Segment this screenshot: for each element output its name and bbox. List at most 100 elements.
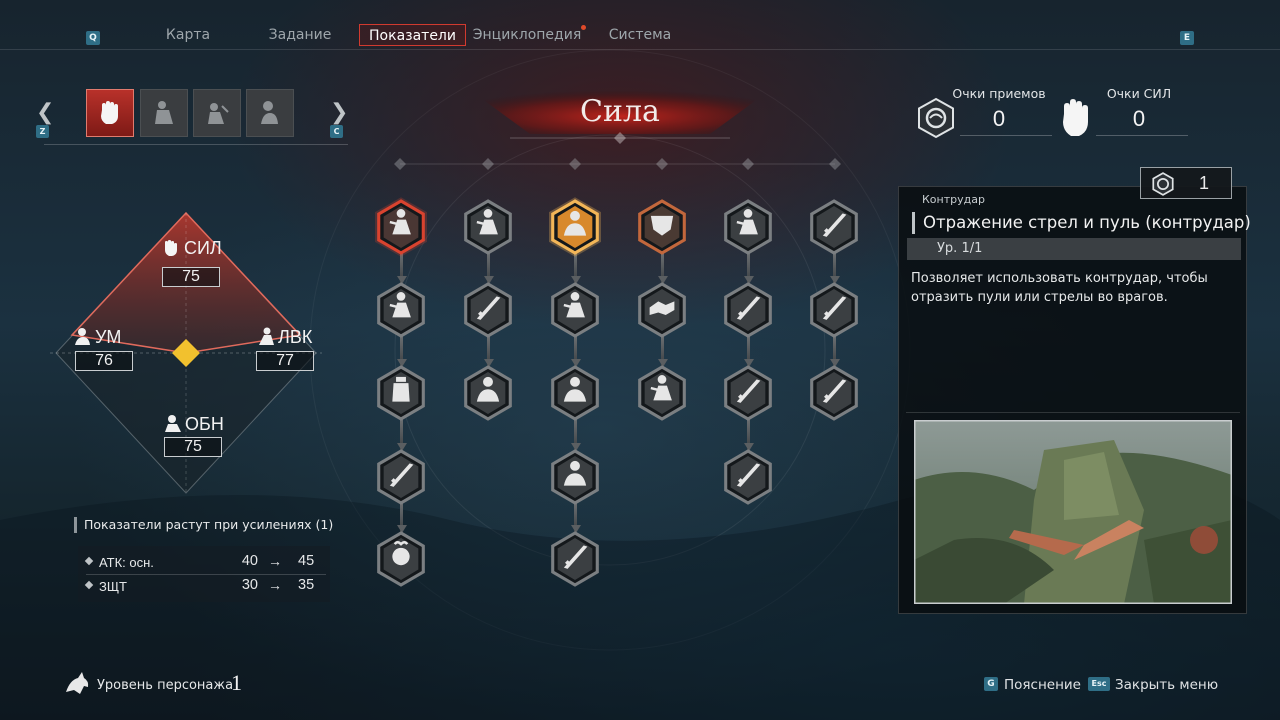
category-wisdom-button[interactable] bbox=[246, 89, 294, 137]
fighter-icon bbox=[464, 199, 512, 255]
skill-node[interactable] bbox=[808, 280, 860, 340]
skill-category: Контрудар bbox=[922, 193, 985, 206]
blade-icon bbox=[377, 449, 425, 505]
skill-node[interactable] bbox=[549, 529, 601, 589]
category-charm-button[interactable] bbox=[193, 89, 241, 137]
blade-icon bbox=[810, 199, 858, 255]
skill-preview-image bbox=[914, 420, 1232, 604]
skill-cost-box: 1 bbox=[1140, 167, 1232, 199]
blade-icon bbox=[724, 365, 772, 421]
skill-node[interactable] bbox=[549, 197, 601, 257]
close-menu-key[interactable]: Esc bbox=[1088, 677, 1110, 691]
skill-node[interactable] bbox=[808, 363, 860, 423]
tab-system[interactable]: Система bbox=[602, 24, 678, 46]
tab-encyclopedia[interactable]: Энциклопедия bbox=[472, 24, 582, 46]
skill-node[interactable] bbox=[808, 197, 860, 257]
dexterity-icon bbox=[155, 101, 173, 124]
skill-cost-value: 1 bbox=[1199, 173, 1210, 193]
growth-row-defense: ЗЩТ 30 → 35 bbox=[84, 576, 326, 598]
intelligence-stat-value: 76 bbox=[75, 351, 133, 371]
charm-icon bbox=[208, 103, 229, 124]
bullet-icon bbox=[84, 580, 94, 590]
category-underline bbox=[44, 144, 348, 145]
strength-points-label: Очки СИЛ bbox=[1106, 86, 1172, 101]
skill-node[interactable] bbox=[722, 363, 774, 423]
tab-quest[interactable]: Задание bbox=[262, 24, 338, 46]
skill-node[interactable] bbox=[462, 280, 514, 340]
technique-points-value: 0 bbox=[992, 106, 1006, 131]
arrow-right-icon: → bbox=[268, 553, 282, 569]
technique-points-icon bbox=[918, 97, 954, 139]
next-category-arrow[interactable]: ❯ bbox=[330, 100, 348, 125]
charm-stat-icon bbox=[165, 415, 181, 432]
charm-icon bbox=[464, 365, 512, 421]
prev-category-key: Z bbox=[36, 125, 49, 138]
explain-label[interactable]: Пояснение bbox=[1004, 677, 1081, 693]
fighter-icon bbox=[551, 282, 599, 338]
dexterity-stat-icon bbox=[259, 327, 274, 345]
skill-node[interactable] bbox=[462, 197, 514, 257]
skill-node[interactable] bbox=[375, 280, 427, 340]
skill-node[interactable] bbox=[636, 197, 688, 257]
charm-stat-label: ОБН bbox=[185, 414, 224, 434]
skill-node[interactable] bbox=[549, 447, 601, 507]
blade-icon bbox=[551, 531, 599, 587]
growth-divider bbox=[86, 574, 326, 575]
skill-node[interactable] bbox=[549, 363, 601, 423]
character-level-icon bbox=[66, 672, 89, 694]
blade-icon bbox=[724, 449, 772, 505]
skill-node[interactable] bbox=[375, 197, 427, 257]
growth-row-from: 30 bbox=[241, 577, 258, 593]
fighter-icon bbox=[724, 199, 772, 255]
skill-node[interactable] bbox=[636, 363, 688, 423]
skill-level: Ур. 1/1 bbox=[907, 238, 1241, 260]
charm-icon bbox=[551, 449, 599, 505]
skill-node[interactable] bbox=[722, 447, 774, 507]
blade-icon bbox=[810, 365, 858, 421]
fist-icon bbox=[101, 101, 118, 124]
fighter-icon bbox=[375, 197, 427, 257]
skill-node[interactable] bbox=[462, 363, 514, 423]
category-strength-button[interactable] bbox=[86, 89, 134, 137]
strength-stat-icon bbox=[165, 240, 177, 256]
skill-title: Отражение стрел и пуль (контрудар) bbox=[912, 212, 1251, 234]
growth-row-to: 45 bbox=[298, 553, 315, 569]
arrow-right-icon: → bbox=[268, 577, 282, 593]
strength-stat-value: 75 bbox=[162, 267, 220, 287]
close-menu-label[interactable]: Закрыть меню bbox=[1115, 677, 1218, 693]
skill-node[interactable] bbox=[636, 280, 688, 340]
blade-icon bbox=[464, 282, 512, 338]
strength-points-icon bbox=[1063, 99, 1088, 136]
growth-row-from: 40 bbox=[241, 553, 258, 569]
skill-node[interactable] bbox=[722, 197, 774, 257]
dexterity-stat-label: ЛВК bbox=[278, 327, 313, 347]
skill-node[interactable] bbox=[549, 280, 601, 340]
skill-node[interactable] bbox=[375, 447, 427, 507]
strength-points-underline bbox=[1096, 135, 1188, 136]
next-tab-key[interactable]: E bbox=[1180, 31, 1194, 45]
skill-node[interactable] bbox=[375, 529, 427, 589]
charm-icon bbox=[549, 197, 601, 257]
skill-description: Позволяет использовать контрудар, чтобы … bbox=[911, 271, 1208, 305]
category-title: Сила bbox=[580, 94, 660, 129]
handshake-icon bbox=[638, 282, 686, 338]
skill-node[interactable] bbox=[722, 280, 774, 340]
growth-row-name: ЗЩТ bbox=[99, 579, 127, 594]
growth-row-to: 35 bbox=[298, 577, 315, 593]
category-dexterity-button[interactable] bbox=[140, 89, 188, 137]
growth-row-name: АТК: осн. bbox=[99, 555, 154, 570]
prev-tab-key[interactable]: Q bbox=[86, 31, 100, 45]
strength-points-value: 0 bbox=[1132, 106, 1146, 131]
tab-stats[interactable]: Показатели bbox=[359, 24, 466, 46]
next-category-key: C bbox=[330, 125, 343, 138]
character-level-label: Уровень персонажа bbox=[97, 678, 234, 693]
prev-category-arrow[interactable]: ❮ bbox=[36, 100, 54, 125]
tab-map[interactable]: Карта bbox=[150, 24, 226, 46]
potion-icon bbox=[377, 365, 425, 421]
skill-node[interactable] bbox=[375, 363, 427, 423]
explain-key[interactable]: G bbox=[984, 677, 998, 691]
wisdom-icon bbox=[261, 101, 278, 124]
shield-icon bbox=[638, 199, 686, 255]
strength-stat-label: СИЛ bbox=[184, 238, 222, 258]
fighter-icon bbox=[377, 282, 425, 338]
